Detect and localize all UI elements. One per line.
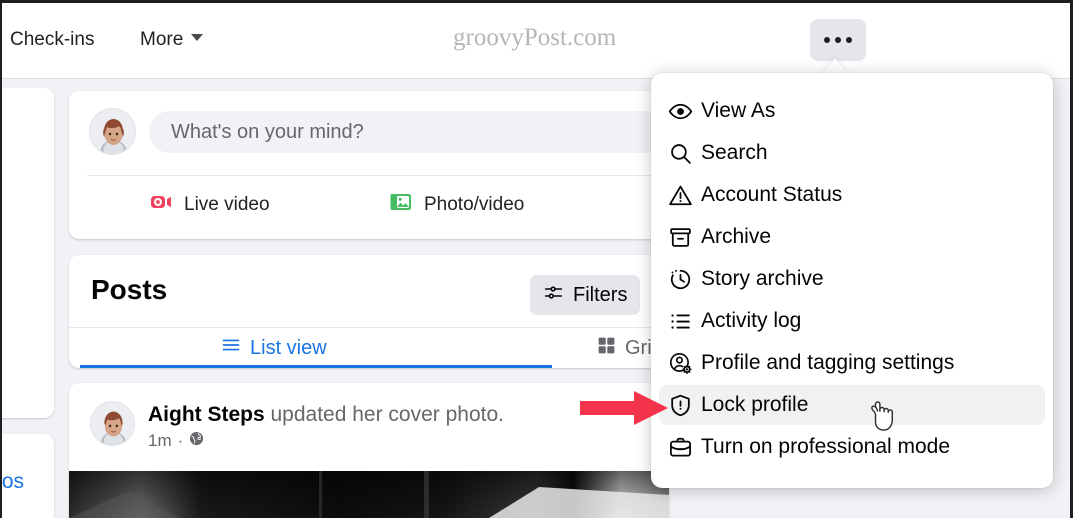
mouse-cursor-icon [866, 396, 900, 436]
active-tab-indicator [80, 365, 552, 368]
menu-item-label: Turn on professional mode [701, 435, 951, 458]
nav-item-more-label: More [140, 29, 184, 50]
menu-item-view-as[interactable]: View As [659, 91, 1045, 131]
menu-item-activity-log[interactable]: Activity log [659, 301, 1045, 341]
profile-gear-icon [659, 351, 701, 376]
photo-video-icon [389, 190, 413, 220]
annotation-arrow-icon [576, 388, 672, 428]
photo-video-label: Photo/video [424, 194, 525, 215]
composer-input[interactable]: What's on your mind? [149, 111, 709, 153]
chevron-down-icon [191, 34, 204, 42]
search-icon [659, 141, 701, 166]
divider [87, 175, 653, 176]
menu-item-label: Activity log [701, 309, 802, 332]
menu-item-label: Lock profile [701, 393, 809, 416]
menu-item-label: Archive [701, 225, 772, 248]
menu-item-archive[interactable]: Archive [659, 217, 1045, 257]
menu-pointer-caret [822, 58, 848, 74]
menu-item-search[interactable]: Search [659, 133, 1045, 173]
menu-item-label: Account Status [701, 183, 843, 206]
more-options-button[interactable] [810, 19, 866, 61]
profile-nav-bar: Check-ins More groovyPost.com [2, 3, 1070, 79]
dot [835, 37, 841, 43]
post-headline: Aight Steps updated her cover photo. [148, 403, 504, 427]
tab-list-view-label: List view [250, 336, 327, 359]
menu-item-label: Search [701, 141, 768, 164]
post-action-text: updated her cover photo. [264, 403, 505, 426]
eye-icon [659, 99, 701, 124]
live-video-icon [149, 190, 173, 220]
tab-grid-view-label: Gri [625, 336, 652, 359]
menu-item-profile-and-tagging-settings[interactable]: Profile and tagging settings [659, 343, 1045, 383]
grid-icon [597, 336, 616, 361]
posts-card: Posts Filters List view Gri [69, 255, 669, 368]
photo-video-button[interactable]: Photo/video [389, 183, 524, 227]
menu-item-turn-on-professional-mode[interactable]: Turn on professional mode [659, 427, 1045, 467]
dot [824, 37, 830, 43]
tab-grid-view[interactable]: Gri [597, 328, 652, 368]
filters-icon [543, 282, 564, 309]
post-cover-photo[interactable] [69, 471, 669, 518]
composer-actions: Live video Photo/video [69, 183, 669, 233]
avatar[interactable] [90, 401, 135, 446]
globe-icon[interactable] [189, 431, 204, 451]
window-border-top [0, 0, 1080, 3]
watermark: groovyPost.com [453, 24, 617, 51]
window-border-left [0, 0, 2, 518]
menu-item-label: Story archive [701, 267, 824, 290]
tab-list-view[interactable]: List view [221, 328, 327, 368]
clock-history-icon [659, 267, 701, 292]
menu-item-story-archive[interactable]: Story archive [659, 259, 1045, 299]
live-video-button[interactable]: Live video [149, 183, 270, 227]
nav-item-more[interactable]: More [140, 29, 204, 51]
archive-box-icon [659, 225, 701, 250]
dot [846, 37, 852, 43]
page-title: Posts [91, 274, 168, 305]
post-composer-card: What's on your mind? Live video Photo/vi… [69, 91, 709, 239]
list-bullets-icon [659, 309, 701, 334]
sidebar-card-top [0, 88, 54, 418]
sidebar-photos-link[interactable]: tos [0, 470, 24, 494]
menu-item-lock-profile[interactable]: Lock profile [659, 385, 1045, 425]
nav-item-check-ins[interactable]: Check-ins [10, 29, 94, 51]
window-outer-right [1073, 0, 1080, 518]
warning-triangle-icon [659, 183, 701, 208]
live-video-label: Live video [184, 194, 270, 215]
menu-item-account-status[interactable]: Account Status [659, 175, 1045, 215]
meta-separator: · [177, 431, 184, 450]
post-timestamp[interactable]: 1m [148, 431, 172, 451]
briefcase-icon [659, 435, 701, 460]
list-icon [221, 335, 241, 361]
post-meta: 1m · [148, 431, 204, 451]
menu-item-label: View As [701, 99, 776, 122]
profile-options-menu: View As Search Account Status Archive St… [651, 73, 1053, 488]
view-tabs: List view Gri [69, 328, 669, 368]
menu-item-label: Profile and tagging settings [701, 351, 955, 374]
post-author[interactable]: Aight Steps [148, 403, 265, 426]
filters-button[interactable]: Filters [530, 275, 641, 315]
screenshot-root: tos What's on your mind? [0, 0, 1080, 518]
avatar[interactable] [89, 108, 136, 155]
filters-label: Filters [573, 283, 628, 306]
